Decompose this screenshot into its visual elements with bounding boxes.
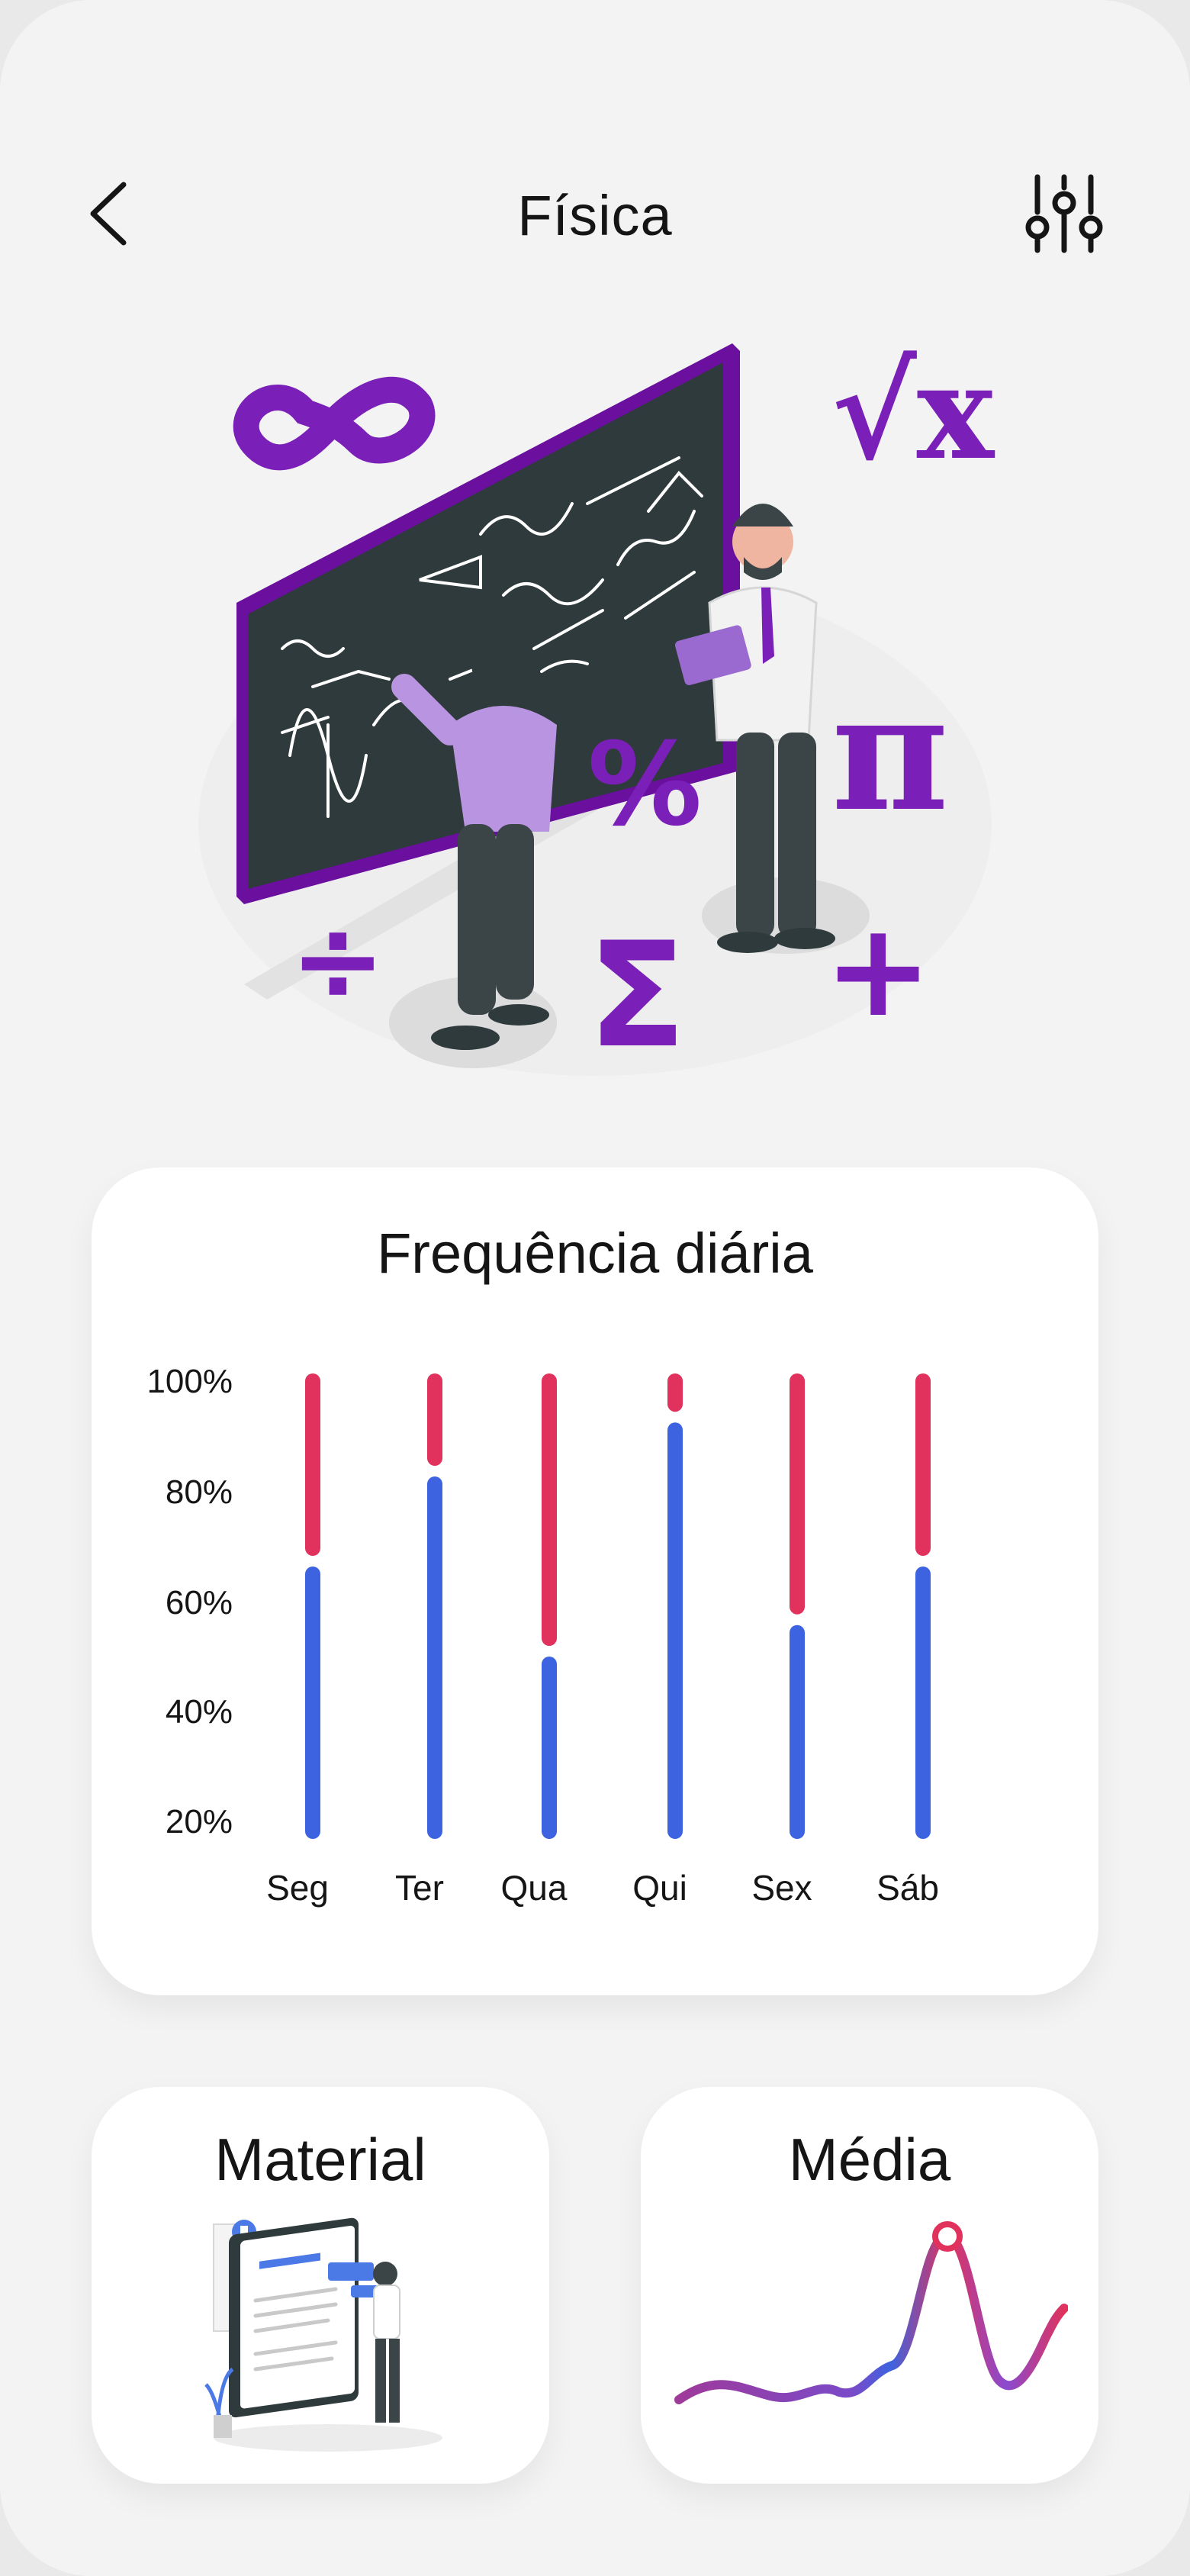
x-tick-label: Qui [632, 1868, 687, 1908]
teacher-blackboard-illustration: √x π % Σ + ÷ [198, 336, 995, 1080]
page-title: Física [517, 184, 673, 247]
header: Física [0, 153, 1190, 275]
svg-text:%: % [587, 719, 702, 852]
y-tick-label: 20% [166, 1803, 233, 1840]
filter-button[interactable] [1022, 168, 1106, 259]
x-tick-label: Sáb [876, 1868, 939, 1908]
sliders-icon [1025, 174, 1103, 253]
svg-text:Σ: Σ [587, 911, 687, 1080]
frequency-card[interactable]: Frequência diária 100% 80% 60% 40% 20% Seg Ter… [92, 1167, 1098, 1995]
y-tick-label: 80% [166, 1473, 233, 1511]
y-tick-label: 40% [166, 1693, 233, 1731]
x-tick-label: Qua [501, 1868, 568, 1908]
y-tick-label: 100% [146, 1363, 233, 1400]
material-title: Material [214, 2126, 426, 2193]
x-tick-label: Seg [266, 1868, 329, 1908]
hero-illustration: √x π % Σ + ÷ [175, 328, 1015, 1099]
average-wave-graph-icon [674, 2221, 1068, 2404]
x-tick-label: Sex [751, 1868, 812, 1908]
media-card[interactable]: Média [641, 2087, 1098, 2484]
app-screen: Física √x π % Σ + ÷ Frequência diária 10… [0, 0, 1190, 2576]
x-tick-label: Ter [395, 1868, 444, 1908]
frequency-chart: 100% 80% 60% 40% 20% Seg Ter Qua Qui Sex Sáb [146, 1363, 939, 1908]
svg-text:π: π [831, 658, 949, 847]
material-card[interactable]: Material [92, 2087, 549, 2484]
media-title: Média [788, 2126, 951, 2193]
svg-text:√x: √x [831, 336, 995, 489]
svg-text:÷: ÷ [290, 894, 386, 1027]
study-materials-illustration [204, 2217, 442, 2452]
y-tick-label: 60% [166, 1584, 233, 1621]
